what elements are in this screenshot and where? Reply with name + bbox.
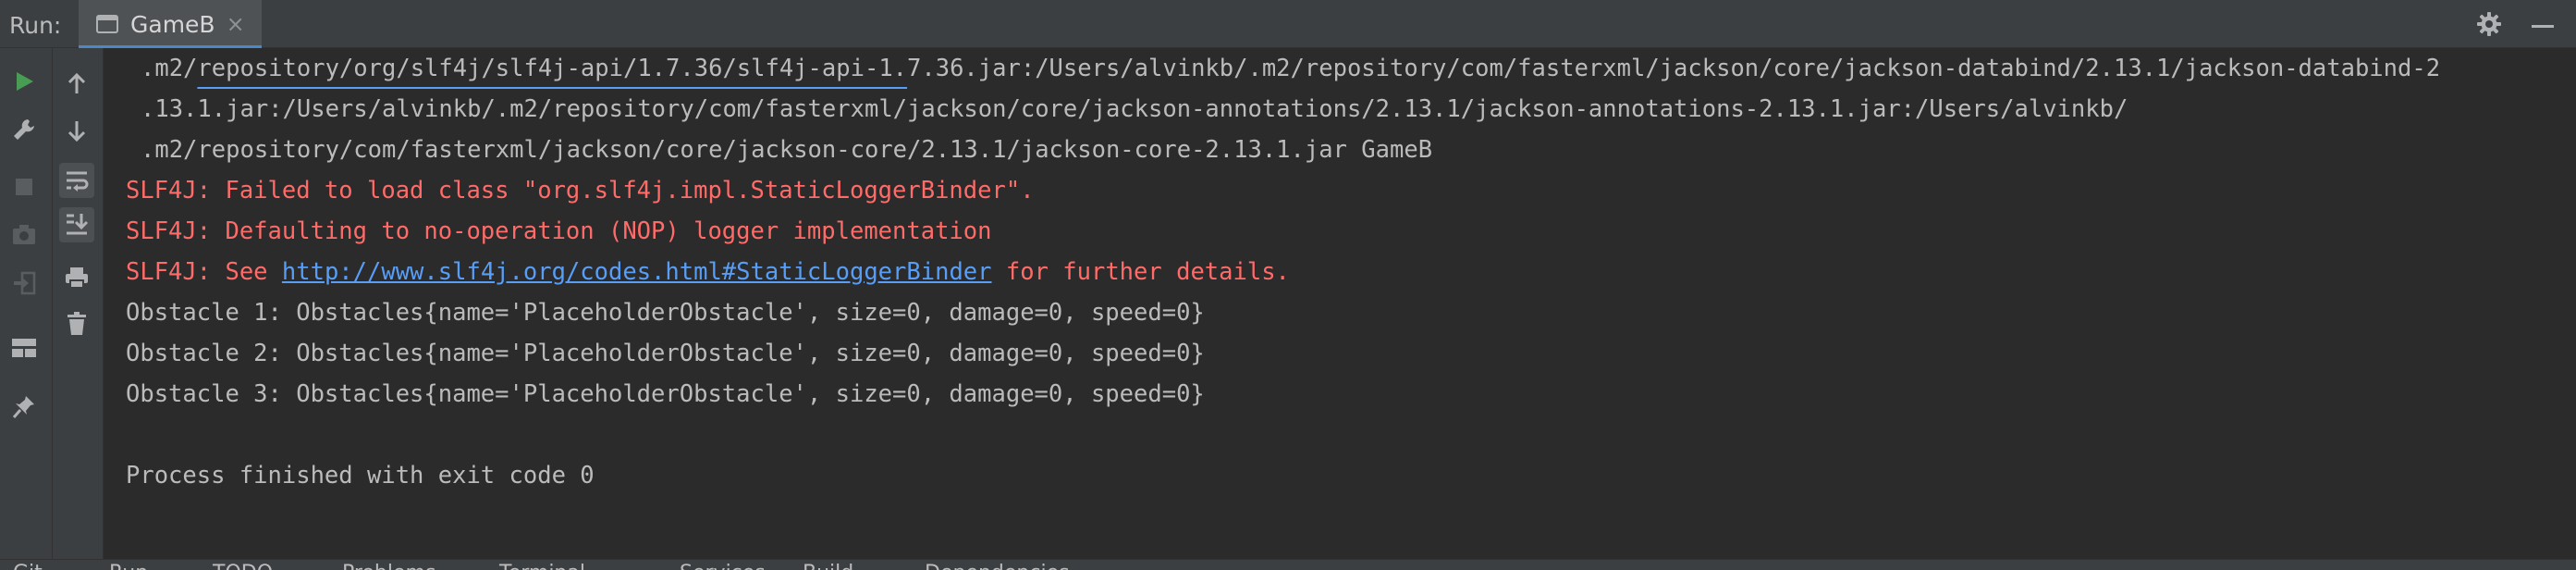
console-line: .m2/repository/com/fasterxml/jackson/cor… <box>141 136 1433 164</box>
console-line: .m2/repository/org/slf4j/slf4j-api/1.7.3… <box>141 55 2441 82</box>
console-output-line: Obstacle 1: Obstacles{name='PlaceholderO… <box>126 299 1205 327</box>
run-toolbar <box>0 48 104 559</box>
layout-icon[interactable] <box>7 331 41 365</box>
tab-terminal[interactable]: Terminal <box>499 562 585 570</box>
process-exit-line: Process finished with exit code 0 <box>126 462 595 489</box>
trash-icon[interactable] <box>60 307 93 341</box>
stop-icon[interactable] <box>7 170 41 204</box>
up-arrow-icon[interactable] <box>60 67 93 100</box>
tab-dependencies[interactable]: Dependencies <box>925 562 1070 570</box>
minimize-icon[interactable] <box>2530 11 2556 37</box>
tab-label: GameB <box>130 10 215 38</box>
console-error-line: SLF4J: See http://www.slf4j.org/codes.ht… <box>126 252 1290 292</box>
tab-run[interactable]: Run <box>109 562 148 570</box>
slf4j-link[interactable]: http://www.slf4j.org/codes.html#StaticLo… <box>282 258 992 286</box>
toolbar-divider <box>52 48 53 559</box>
console-error-line: SLF4J: Defaulting to no-operation (NOP) … <box>126 217 992 245</box>
run-tool-window-header: Run: GameB × <box>0 0 2576 48</box>
console-output[interactable]: .m2/repository/org/slf4j/slf4j-api/1.7.3… <box>104 48 2576 559</box>
tab-gameb[interactable]: GameB × <box>79 0 262 48</box>
close-icon[interactable]: × <box>227 11 245 37</box>
tool-window-bar: Git Run TODO Problems Terminal Services … <box>0 559 2576 570</box>
header-actions <box>2476 11 2556 37</box>
run-label: Run: <box>9 12 62 39</box>
tab-services[interactable]: Services <box>680 562 766 570</box>
tab-problems[interactable]: Problems <box>342 562 435 570</box>
console-output-line: Obstacle 2: Obstacles{name='PlaceholderO… <box>126 340 1205 367</box>
run-icon[interactable] <box>7 65 41 98</box>
scroll-to-end-icon[interactable] <box>59 207 94 242</box>
down-arrow-icon[interactable] <box>60 115 93 148</box>
camera-icon[interactable] <box>7 218 41 252</box>
console-output-line: Obstacle 3: Obstacles{name='PlaceholderO… <box>126 380 1205 408</box>
tab-todo[interactable]: TODO <box>213 562 273 570</box>
see-suffix: for further details. <box>991 258 1290 286</box>
gear-icon[interactable] <box>2476 11 2502 37</box>
tab-build[interactable]: Build <box>803 562 853 570</box>
soft-wrap-icon[interactable] <box>59 163 94 198</box>
console-tab-icon <box>95 12 119 36</box>
console-line: .13.1.jar:/Users/alvinkb/.m2/repository/… <box>141 95 2128 123</box>
wrench-icon[interactable] <box>7 113 41 146</box>
pin-icon[interactable] <box>7 390 41 424</box>
console-error-line: SLF4J: Failed to load class "org.slf4j.i… <box>126 177 1035 204</box>
see-prefix: SLF4J: See <box>126 258 282 286</box>
tab-git[interactable]: Git <box>13 562 43 570</box>
print-icon[interactable] <box>60 261 93 294</box>
login-icon[interactable] <box>7 266 41 300</box>
